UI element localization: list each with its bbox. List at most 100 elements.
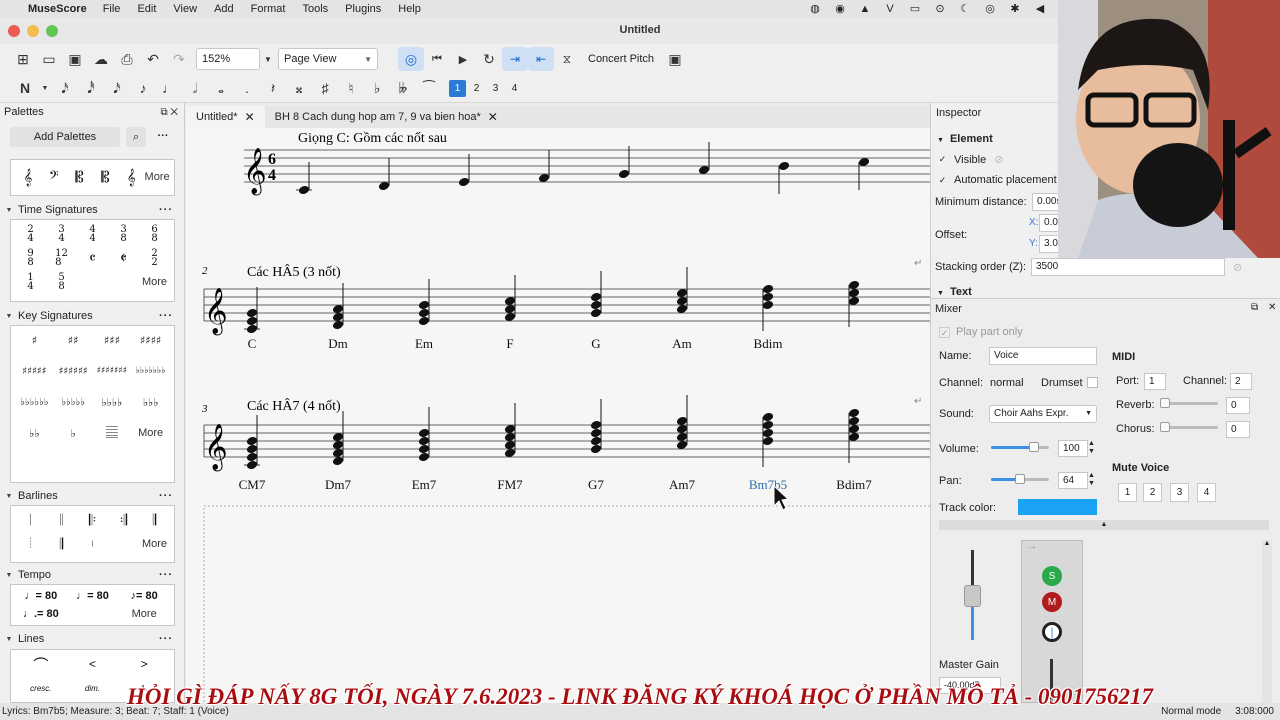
- slur-icon[interactable]: ⌒: [15, 652, 67, 676]
- chord-symbol[interactable]: Bdim: [754, 336, 783, 351]
- pan-spinbox[interactable]: 64: [1058, 472, 1088, 489]
- tab-untitled[interactable]: Untitled* ✕: [186, 106, 265, 128]
- score-canvas[interactable]: Giọng C: Gồm các nốt sau 𝄞 6 4 2 Các HÂ5…: [186, 128, 930, 703]
- new-file-icon[interactable]: ⊞: [10, 47, 36, 71]
- tab-bh8[interactable]: BH 8 Cach dung hop am 7, 9 va bien hoa* …: [265, 106, 508, 128]
- camera-icon[interactable]: ▣: [662, 47, 688, 71]
- close-icon[interactable]: ✕: [1268, 302, 1276, 313]
- menu-file[interactable]: File: [103, 3, 121, 15]
- concert-pitch-button[interactable]: Concert Pitch: [580, 53, 662, 65]
- panel-float-icon[interactable]: ⧉: [1251, 302, 1258, 313]
- key-sig-1-sharp[interactable]: ♯: [15, 328, 54, 352]
- chord-symbol[interactable]: CM7: [239, 477, 266, 492]
- notehead[interactable]: [848, 408, 860, 419]
- airdrop-icon[interactable]: ◎: [982, 2, 998, 16]
- end-repeat-icon[interactable]: 𝄇: [108, 508, 139, 532]
- time-sig-3-4[interactable]: 34: [46, 222, 77, 246]
- chorus-slider-handle[interactable]: [1160, 422, 1170, 432]
- notehead[interactable]: [418, 436, 430, 447]
- barlines-more-button[interactable]: More: [139, 532, 170, 556]
- moon-icon[interactable]: ☾: [957, 2, 973, 16]
- play-part-only-checkbox[interactable]: ✓ Play part only: [939, 326, 1023, 338]
- whole-note-icon[interactable]: 𝅝: [208, 76, 234, 100]
- mute-voice-2-button[interactable]: 2: [1143, 483, 1162, 502]
- treble-clef-icon[interactable]: 𝄞: [15, 165, 41, 189]
- tempo-eighth-80[interactable]: ♪= 80: [118, 587, 170, 605]
- port-spinbox[interactable]: 1: [1144, 373, 1166, 390]
- bluetooth-icon[interactable]: ✱: [1007, 2, 1023, 16]
- reset-icon[interactable]: ⊘: [1233, 261, 1242, 274]
- key-sig-2-sharps[interactable]: ♯♯: [54, 328, 93, 352]
- open-file-icon[interactable]: ▭: [36, 47, 62, 71]
- key-sig-2-flats[interactable]: ♭♭: [15, 414, 54, 452]
- quarter-note-icon[interactable]: ♩: [156, 76, 182, 100]
- notehead[interactable]: [590, 420, 602, 431]
- mute-voice-1-button[interactable]: 1: [1118, 483, 1137, 502]
- final-barline-icon[interactable]: 𝄂: [46, 532, 77, 556]
- pan-slider-handle[interactable]: [1015, 474, 1026, 484]
- chord-symbol[interactable]: FM7: [497, 477, 523, 492]
- key-sig-3-sharps[interactable]: ♯♯♯: [93, 328, 132, 352]
- chord-symbol[interactable]: Bdim7: [836, 477, 872, 492]
- automatic-placement-checkbox[interactable]: ✓ Automatic placement: [937, 174, 1057, 186]
- section-menu-icon[interactable]: ···: [159, 569, 173, 581]
- key-sig-6-sharps[interactable]: ♯♯♯♯♯♯: [54, 352, 93, 390]
- key-signatures-section[interactable]: ▼ Key Signatures ···: [0, 308, 185, 324]
- natural-icon[interactable]: ♮: [338, 76, 364, 100]
- notehead[interactable]: [618, 169, 630, 180]
- menu-app-name[interactable]: MuseScore: [28, 3, 87, 15]
- notehead[interactable]: [762, 420, 774, 431]
- display-icon[interactable]: ▭: [907, 2, 923, 16]
- key-sig-4-sharps[interactable]: ♯♯♯♯: [131, 328, 170, 352]
- dashed-barline-icon[interactable]: 𝄄: [15, 532, 46, 556]
- key-sig-3-flats[interactable]: ♭♭♭: [131, 390, 170, 414]
- end-start-repeat-icon[interactable]: 𝄂: [139, 508, 170, 532]
- voice-1-button[interactable]: 1: [449, 79, 466, 97]
- bass-clef-icon[interactable]: 𝄢: [41, 165, 67, 189]
- time-sig-1-4[interactable]: 14: [15, 270, 46, 294]
- key-sig-5-sharps[interactable]: ♯♯♯♯♯: [15, 352, 54, 390]
- flat-icon[interactable]: ♭: [364, 76, 390, 100]
- add-palettes-button[interactable]: Add Palettes: [10, 127, 120, 147]
- rewind-icon[interactable]: ⏮: [424, 47, 450, 71]
- undo-icon[interactable]: ↶: [140, 47, 166, 71]
- reverb-slider-handle[interactable]: [1160, 398, 1170, 408]
- crescendo-hairpin-icon[interactable]: <: [67, 652, 119, 676]
- tie-icon[interactable]: ⁀: [416, 76, 442, 100]
- notehead[interactable]: [246, 324, 258, 335]
- notehead[interactable]: [590, 436, 602, 447]
- notehead[interactable]: [246, 444, 258, 455]
- save-icon[interactable]: ▣: [62, 47, 88, 71]
- clefs-more-button[interactable]: More: [144, 165, 170, 189]
- redo-icon[interactable]: ↷: [166, 47, 192, 71]
- close-icon[interactable]: ✕: [488, 110, 498, 124]
- chorus-spinbox[interactable]: 0: [1226, 421, 1250, 438]
- menu-view[interactable]: View: [173, 3, 197, 15]
- chord-symbol[interactable]: Dm7: [325, 477, 352, 492]
- time-sig-5-8[interactable]: 58: [46, 270, 77, 294]
- expand-arrow-icon[interactable]: →: [1022, 541, 1042, 559]
- notehead[interactable]: [778, 161, 790, 172]
- chord-symbol[interactable]: Em7: [412, 477, 437, 492]
- dotted-barline-icon[interactable]: 𝄅: [77, 532, 108, 556]
- key-sig-7-sharps[interactable]: ♯♯♯♯♯♯♯: [93, 352, 132, 390]
- notehead[interactable]: [418, 316, 430, 327]
- notehead[interactable]: [246, 436, 258, 447]
- chord-symbol[interactable]: Em: [415, 336, 433, 351]
- rest-icon[interactable]: 𝄽: [260, 76, 286, 100]
- status-app-icon[interactable]: V: [882, 2, 898, 16]
- notehead[interactable]: [458, 177, 470, 188]
- zoom-select[interactable]: 152%: [196, 48, 260, 70]
- lines-section[interactable]: ▼ Lines ···: [0, 631, 185, 647]
- notehead[interactable]: [590, 444, 602, 455]
- alto-clef-icon[interactable]: 𝄡: [67, 165, 93, 189]
- tenor-clef-icon[interactable]: 𝄡: [93, 165, 119, 189]
- menu-format[interactable]: Format: [251, 3, 286, 15]
- key-sig-7-flats[interactable]: ♭♭♭♭♭♭♭: [131, 352, 170, 390]
- chord-symbol[interactable]: G: [591, 336, 600, 351]
- volume-slider-handle[interactable]: [1028, 442, 1039, 452]
- zoom-dropdown-icon[interactable]: ▼: [260, 47, 276, 71]
- mute-voice-3-button[interactable]: 3: [1170, 483, 1189, 502]
- menu-add[interactable]: Add: [214, 3, 234, 15]
- thirtysecond-note-icon[interactable]: 𝅘𝅥𝅰: [78, 76, 104, 100]
